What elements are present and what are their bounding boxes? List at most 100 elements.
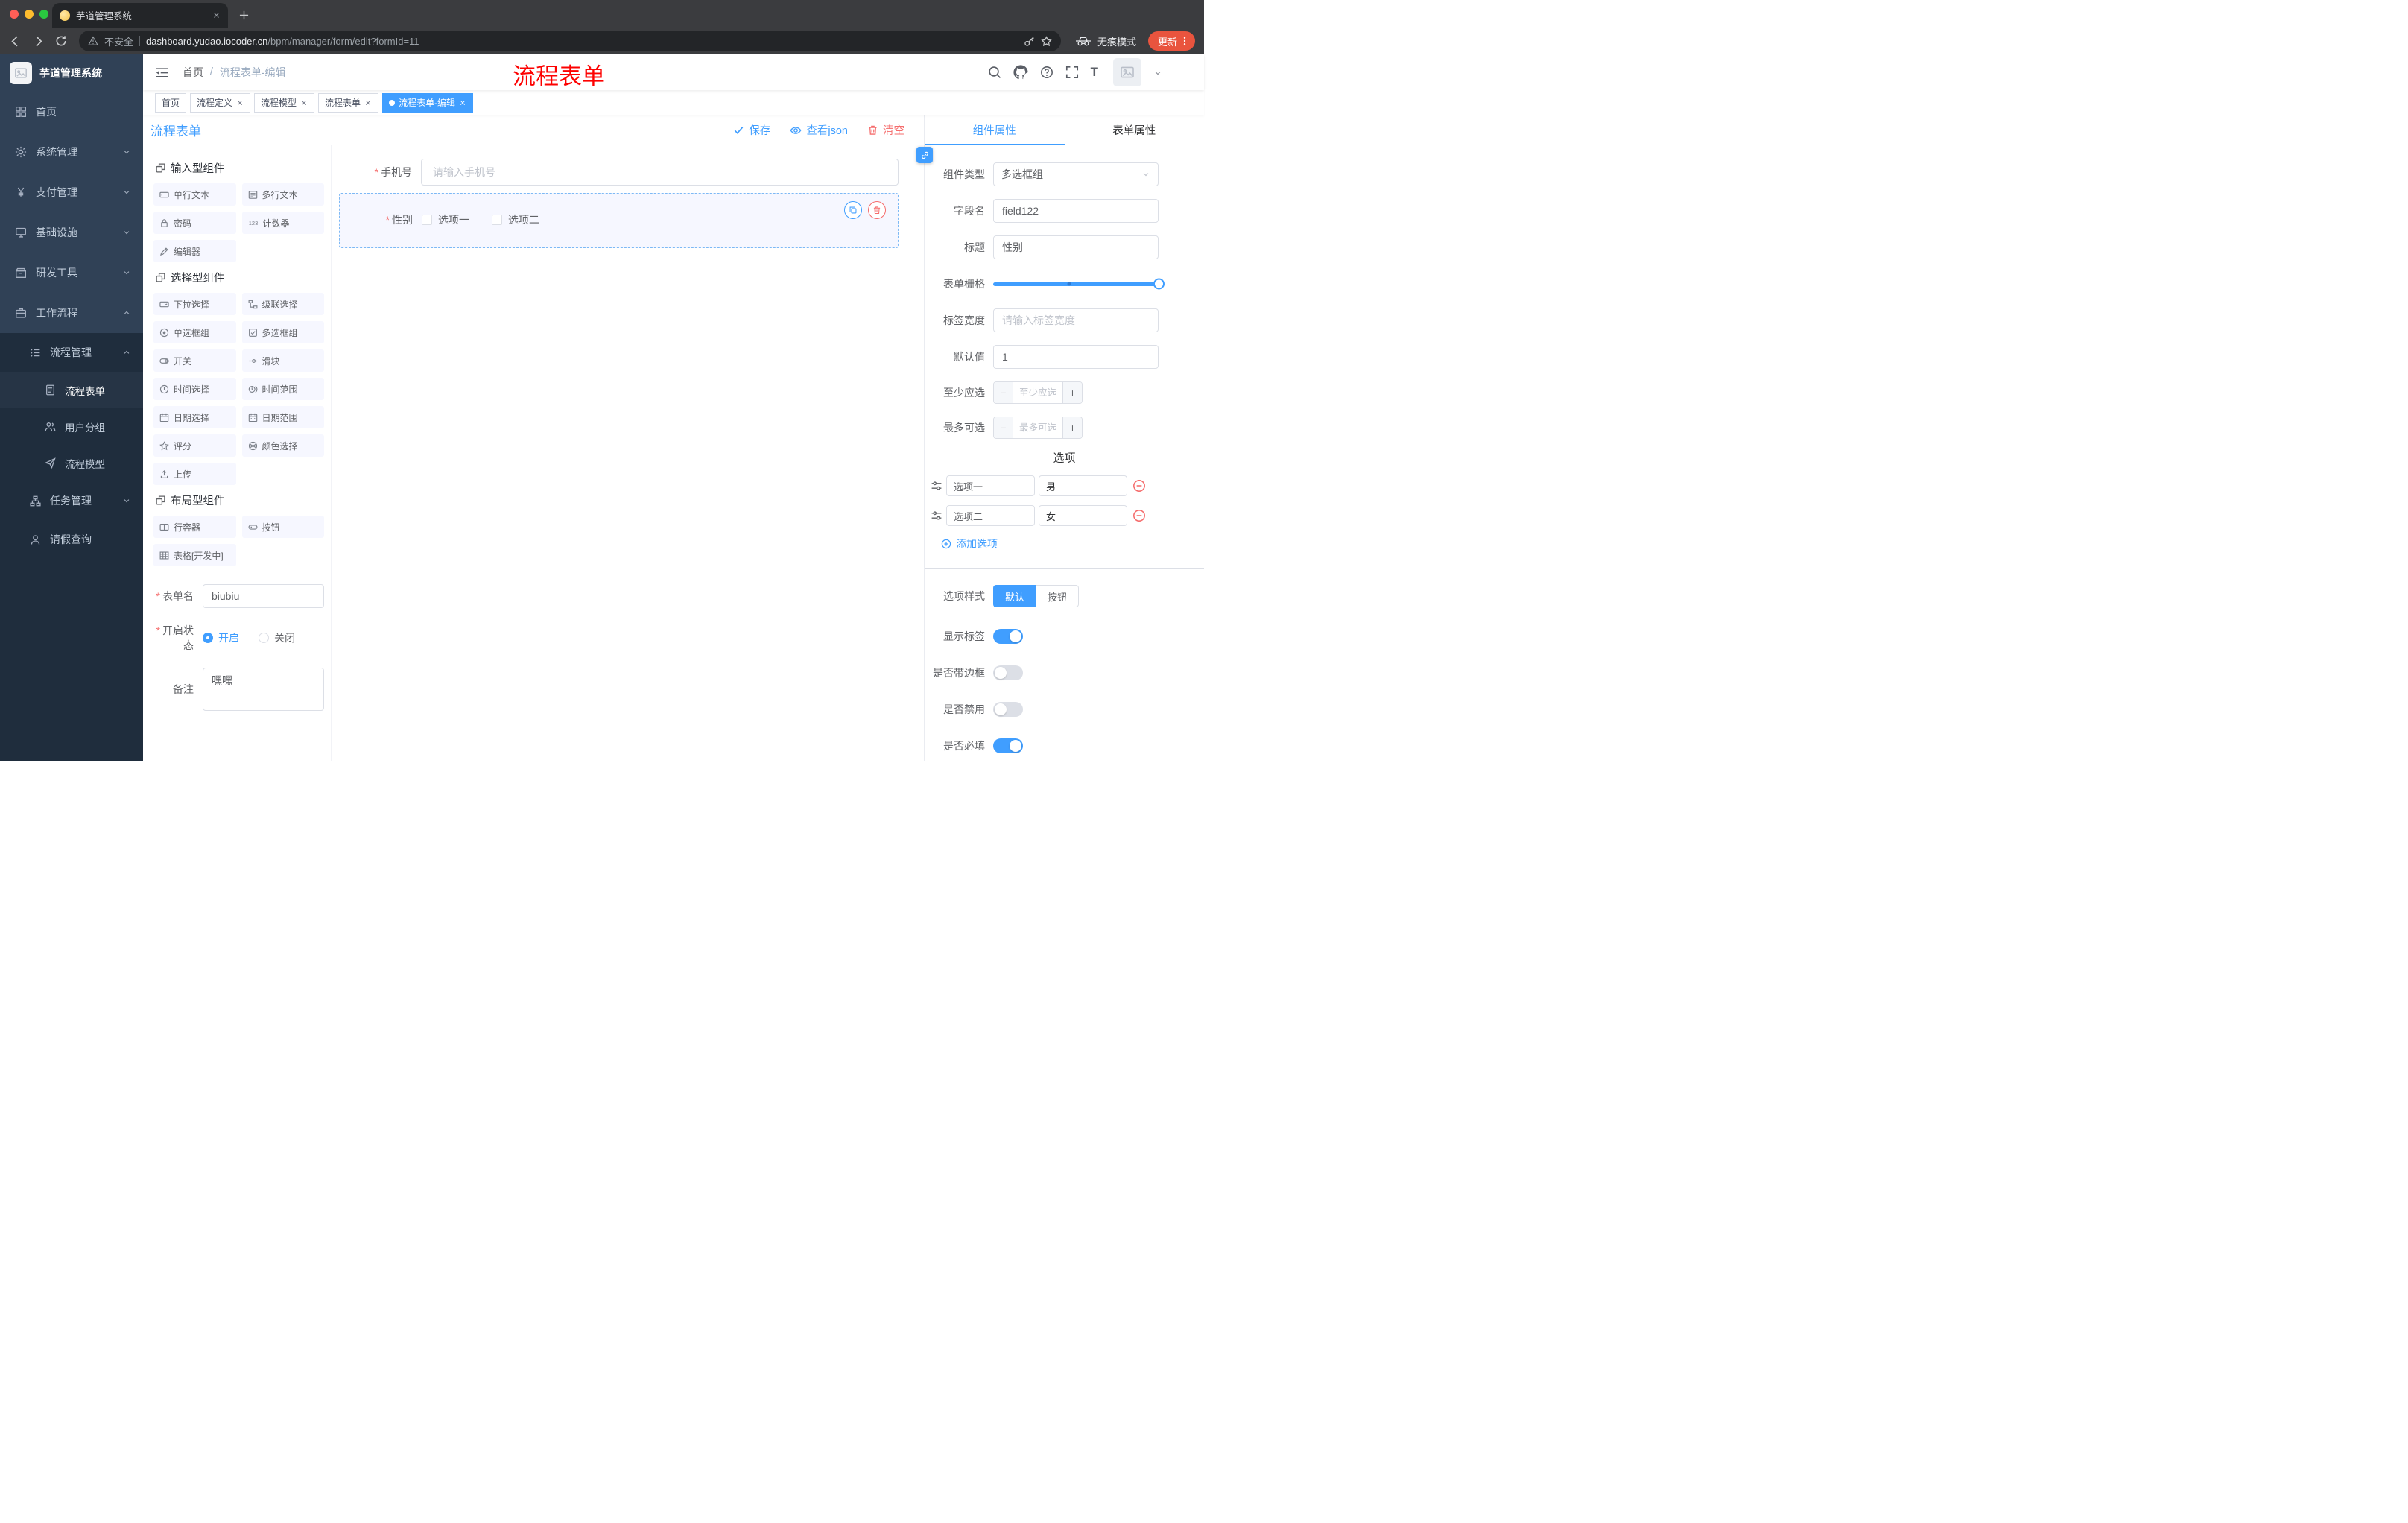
chip-checkbox-group[interactable]: 多选框组 bbox=[241, 321, 324, 343]
chip-counter[interactable]: 计数器 bbox=[241, 212, 324, 234]
max-select-input[interactable] bbox=[1013, 417, 1062, 438]
disabled-switch[interactable] bbox=[993, 702, 1023, 717]
sidebar-item-system[interactable]: 系统管理 bbox=[0, 132, 143, 172]
update-button[interactable]: 更新 bbox=[1147, 31, 1195, 51]
password-key-icon[interactable] bbox=[1024, 36, 1035, 47]
search-icon[interactable] bbox=[988, 66, 1001, 79]
checkbox-option-2[interactable]: 选项二 bbox=[492, 212, 539, 227]
tag-close-icon[interactable] bbox=[300, 99, 308, 107]
selected-gender-field[interactable]: * 性别 选项一 选项二 bbox=[339, 193, 899, 248]
hamburger-icon[interactable] bbox=[155, 66, 169, 79]
decrease-button[interactable]: − bbox=[994, 417, 1013, 438]
chip-cascader[interactable]: 级联选择 bbox=[241, 293, 324, 315]
chip-single-line-text[interactable]: 单行文本 bbox=[153, 183, 236, 206]
new-tab-button[interactable] bbox=[238, 10, 250, 21]
chip-date-picker[interactable]: 日期选择 bbox=[153, 406, 236, 428]
chip-rate[interactable]: 评分 bbox=[153, 434, 236, 457]
help-icon[interactable] bbox=[1040, 66, 1054, 79]
sidebar-item-home[interactable]: 首页 bbox=[0, 92, 143, 132]
sidebar-item-leave-query[interactable]: 请假查询 bbox=[0, 520, 143, 559]
chip-time-picker[interactable]: 时间选择 bbox=[153, 378, 236, 400]
chip-slider[interactable]: 滑块 bbox=[241, 349, 324, 372]
clear-button[interactable]: 清空 bbox=[867, 122, 904, 138]
style-button-button[interactable]: 按钮 bbox=[1036, 585, 1080, 607]
reload-button[interactable] bbox=[55, 35, 67, 47]
remove-option-button[interactable] bbox=[1132, 509, 1146, 522]
option-value-input[interactable] bbox=[1039, 475, 1127, 496]
tag-close-icon[interactable] bbox=[364, 99, 372, 107]
chip-multi-line-text[interactable]: 多行文本 bbox=[241, 183, 324, 206]
chip-date-range[interactable]: 日期范围 bbox=[241, 406, 324, 428]
radio-open[interactable]: 开启 bbox=[203, 630, 239, 645]
tab-close-icon[interactable] bbox=[212, 11, 221, 19]
component-type-select[interactable]: 多选框组 bbox=[993, 162, 1159, 186]
chip-select[interactable]: 下拉选择 bbox=[153, 293, 236, 315]
add-option-button[interactable]: 添加选项 bbox=[941, 536, 998, 551]
radio-closed[interactable]: 关闭 bbox=[259, 630, 295, 645]
chip-button[interactable]: 按钮 bbox=[241, 516, 324, 538]
decrease-button[interactable]: − bbox=[994, 382, 1013, 403]
tag-close-icon[interactable] bbox=[236, 99, 244, 107]
field-name-input[interactable] bbox=[993, 199, 1159, 223]
increase-button[interactable]: + bbox=[1062, 382, 1082, 403]
chip-table[interactable]: 表格[开发中] bbox=[153, 544, 236, 566]
font-size-icon[interactable]: T bbox=[1091, 65, 1098, 80]
window-minimize-button[interactable] bbox=[25, 10, 34, 19]
fullscreen-icon[interactable] bbox=[1065, 66, 1079, 79]
form-name-input[interactable] bbox=[203, 584, 324, 608]
bookmark-star-icon[interactable] bbox=[1041, 36, 1052, 47]
title-input[interactable] bbox=[993, 235, 1159, 259]
sidebar-item-process-management[interactable]: 流程管理 bbox=[0, 333, 143, 372]
link-badge[interactable] bbox=[916, 147, 933, 163]
avatar[interactable] bbox=[1113, 58, 1141, 86]
form-canvas[interactable]: *手机号 *性别 bbox=[332, 145, 924, 762]
option-value-input[interactable] bbox=[1039, 505, 1127, 526]
browser-tab[interactable]: 芋道管理系统 bbox=[52, 3, 228, 28]
tag-close-icon[interactable] bbox=[459, 99, 466, 107]
sidebar-item-dev-tools[interactable]: 研发工具 bbox=[0, 253, 143, 293]
phone-input[interactable] bbox=[421, 159, 899, 186]
sidebar-item-user-group[interactable]: 用户分组 bbox=[0, 408, 143, 445]
increase-button[interactable]: + bbox=[1062, 417, 1082, 438]
delete-field-button[interactable] bbox=[868, 201, 886, 219]
tab-component-props[interactable]: 组件属性 bbox=[925, 115, 1065, 145]
chip-upload[interactable]: 上传 bbox=[153, 463, 236, 485]
browser-menu-icon[interactable] bbox=[1179, 36, 1190, 46]
tag-process-definition[interactable]: 流程定义 bbox=[190, 92, 251, 113]
chip-radio-group[interactable]: 单选框组 bbox=[153, 321, 236, 343]
form-remark-textarea[interactable]: 嘿嘿 bbox=[203, 668, 324, 711]
grid-slider[interactable] bbox=[993, 272, 1165, 296]
chip-time-range[interactable]: 时间范围 bbox=[241, 378, 324, 400]
sidebar-item-infrastructure[interactable]: 基础设施 bbox=[0, 212, 143, 253]
window-zoom-button[interactable] bbox=[39, 10, 48, 19]
label-width-input[interactable] bbox=[993, 308, 1159, 332]
chip-switch[interactable]: 开关 bbox=[153, 349, 236, 372]
view-json-button[interactable]: 查看json bbox=[790, 122, 848, 138]
sidebar-item-process-model[interactable]: 流程模型 bbox=[0, 445, 143, 481]
sidebar-item-workflow[interactable]: 工作流程 bbox=[0, 293, 143, 333]
checkbox-option-1[interactable]: 选项一 bbox=[422, 212, 469, 227]
option-label-input[interactable] bbox=[946, 475, 1035, 496]
github-icon[interactable] bbox=[1013, 65, 1028, 80]
tag-process-form-edit[interactable]: 流程表单-编辑 bbox=[382, 92, 474, 113]
border-switch[interactable] bbox=[993, 665, 1023, 680]
tag-home[interactable]: 首页 bbox=[155, 92, 187, 113]
remove-option-button[interactable] bbox=[1132, 479, 1146, 493]
breadcrumb-home[interactable]: 首页 bbox=[183, 65, 203, 80]
forward-button[interactable] bbox=[32, 35, 45, 48]
window-close-button[interactable] bbox=[10, 10, 19, 19]
phone-field-row[interactable]: * 手机号 bbox=[339, 159, 899, 186]
show-label-switch[interactable] bbox=[993, 629, 1023, 644]
default-value-input[interactable] bbox=[993, 345, 1159, 369]
save-button[interactable]: 保存 bbox=[733, 122, 770, 138]
sidebar-item-process-form[interactable]: 流程表单 bbox=[0, 372, 143, 408]
chip-row-container[interactable]: 行容器 bbox=[153, 516, 236, 538]
tag-process-model[interactable]: 流程模型 bbox=[254, 92, 315, 113]
address-bar[interactable]: 不安全 dashboard.yudao.iocoder.cn/bpm/manag… bbox=[79, 31, 1061, 51]
min-select-input[interactable] bbox=[1013, 382, 1062, 403]
avatar-caret-icon[interactable] bbox=[1153, 66, 1162, 78]
copy-field-button[interactable] bbox=[844, 201, 862, 219]
slider-handle[interactable] bbox=[1153, 278, 1165, 290]
sidebar-item-payment[interactable]: 支付管理 bbox=[0, 172, 143, 212]
style-default-button[interactable]: 默认 bbox=[993, 585, 1036, 607]
